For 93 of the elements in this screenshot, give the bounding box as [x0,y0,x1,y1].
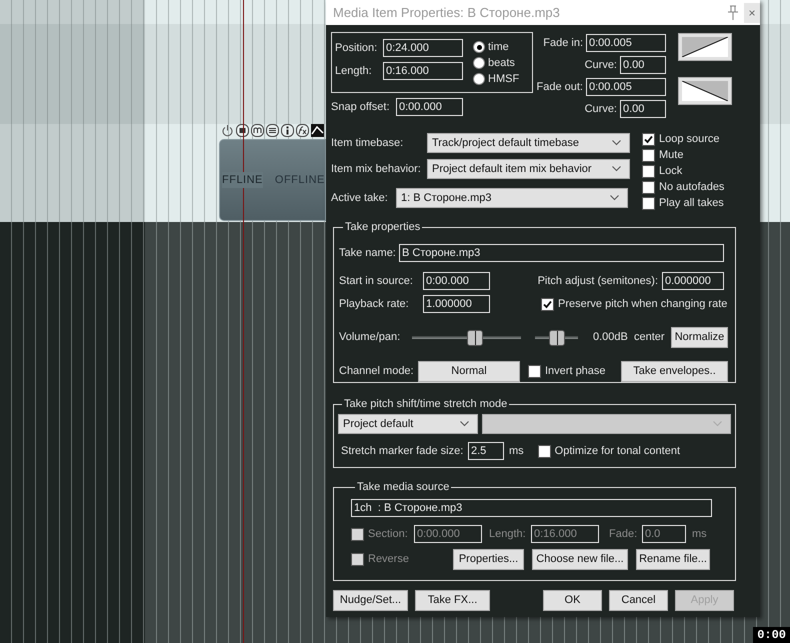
checkbox-label: No autofades [659,180,724,196]
chevron-icon [460,421,469,427]
button[interactable]: Rename file... [636,549,710,570]
fade-field[interactable]: 0:00.005 [586,34,666,52]
offline-label: OFFLINE [274,172,325,188]
dropdown[interactable]: Project default [338,414,478,434]
dropdown[interactable]: 1: В Стороне.mp3 [396,188,628,208]
snap-offset-field[interactable]: 0:00.000 [396,98,463,116]
checkbox[interactable] [642,133,655,146]
field-label: Position: [335,40,378,56]
button[interactable]: Take FX... [415,590,490,611]
group-title: Take properties [345,221,420,233]
time-field[interactable]: 0:16.000 [383,62,463,80]
chevron-icon [612,140,621,146]
checkbox[interactable] [642,197,655,210]
field-label: Item timebase: [331,136,404,151]
normalize-button[interactable]: Normalize [671,327,728,348]
button[interactable]: Nudge/Set... [333,590,408,611]
field-label: Curve: [584,58,617,73]
pin-icon[interactable] [726,4,740,20]
curve-field[interactable]: 0.00 [620,56,666,74]
slider-thumb[interactable] [467,330,484,346]
fade-field[interactable]: 0:00.005 [586,78,666,96]
field-label: Fade: [609,526,638,542]
close-button[interactable]: × [744,2,760,22]
radio-button[interactable]: HMSF [473,72,520,86]
fade-in-shape-button[interactable] [678,33,732,61]
pitch-field[interactable]: 0.000000 [662,272,724,290]
checkbox[interactable] [642,181,655,194]
envelope-curve-icon[interactable] [311,124,324,137]
source-field[interactable]: 1ch : В Стороне.mp3 [351,499,712,517]
list-icon[interactable] [266,124,279,137]
time-display: 0:00 [753,627,790,643]
volume-reading: 0.00dB center [593,330,665,346]
field-label: Playback rate: [339,296,410,312]
button[interactable]: OK [543,590,602,611]
field-label: Stretch marker fade size: [341,444,464,459]
field-label: Length: [489,526,527,542]
button[interactable]: Properties... [453,549,524,570]
checkbox-label: Reverse [368,552,410,568]
field-label: Take name: [339,246,396,261]
channel-mode-button[interactable]: Normal [418,361,520,382]
field-label: Snap offset: [331,100,391,115]
group-title: Take media source [357,481,450,493]
group-title: Take pitch shift/time stretch mode [344,398,508,410]
checkbox[interactable] [538,444,551,458]
checkbox-label: Mute [659,148,684,164]
checkbox-label: Optimize for tonal content [554,444,680,459]
dropdown[interactable]: Track/project default timebase [427,133,630,153]
field-label: Active take: [331,190,389,206]
field-label: Item mix behavior: [331,162,422,177]
effects-icon[interactable] [296,124,309,137]
dropdown[interactable]: Project default item mix behavior [427,159,630,179]
radio-button[interactable]: beats [473,56,520,70]
info-icon[interactable] [281,124,294,137]
chevron-icon [713,421,722,427]
fade-out-shape-button[interactable] [678,77,732,105]
button[interactable]: Choose new file... [532,549,628,570]
time-field[interactable]: 0:24.000 [383,39,463,57]
field-label: Channel mode: [339,364,415,380]
field-label: Fade in: [543,36,583,51]
unit-label: ms [509,444,524,459]
checkbox-label: Play all takes [659,196,724,212]
start-field[interactable]: 0:00.000 [423,272,490,290]
button[interactable]: Cancel [609,590,668,611]
checkbox-label: Loop source [659,132,720,148]
take-envelopes-button[interactable]: Take envelopes.. [621,361,728,382]
field-label: Pitch adjust (semitones): [538,274,658,289]
fade-size-field[interactable]: 2.5 [468,442,504,460]
field-label: Fade out: [536,80,583,95]
field-label: Curve: [584,102,617,117]
chevron-icon [610,195,619,201]
slider-thumb[interactable] [548,330,564,346]
checkbox-label: Invert phase [545,364,606,380]
radio-button[interactable]: time [473,40,520,54]
field-label: Length: [335,64,373,79]
field-label: Volume/pan: [339,330,402,346]
rate-field[interactable]: 1.000000 [423,295,490,313]
checkbox-label: Lock [659,164,682,180]
chevron-icon [612,166,621,172]
checkbox[interactable] [642,149,655,162]
field-label: Start in source: [339,274,414,289]
checkbox[interactable] [541,298,554,310]
checkbox[interactable] [528,365,541,378]
checkbox[interactable] [642,165,655,178]
curve-field[interactable]: 0.00 [620,100,666,118]
checkbox-label: Section: [368,526,409,542]
offline-label: FFLINE [222,172,263,188]
power-icon[interactable] [221,124,234,137]
take-name-field[interactable]: В Стороне.mp3 [399,244,724,262]
unit-label: ms [692,526,707,542]
window-title: Media Item Properties: В Стороне.mp3 [333,4,560,22]
checkbox-label: Preserve pitch when changing rate [558,296,728,312]
